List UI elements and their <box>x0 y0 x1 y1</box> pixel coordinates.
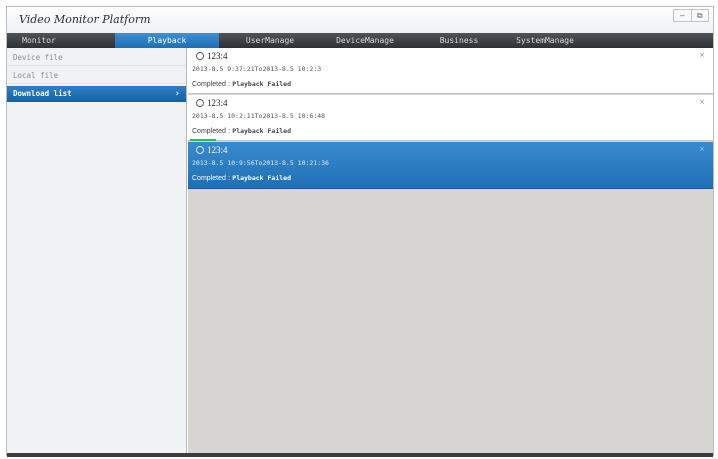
restore-button[interactable]: ⧉ <box>690 10 709 21</box>
app-window: Video Monitor Platform — ⧉ Monitor Playb… <box>6 6 714 457</box>
menu-business[interactable]: Business <box>429 33 489 48</box>
status-bar <box>7 453 713 457</box>
download-item-selected[interactable]: 123:4 2013-8.5 10:9:56To2013-8.5 10:21:3… <box>188 142 713 189</box>
download-name: 123:4 <box>207 51 228 61</box>
menu-device-manage[interactable]: DeviceManage <box>325 33 405 48</box>
status-text: Playback Failed <box>232 127 291 135</box>
status-label: Completed <box>192 81 226 88</box>
clock-icon <box>196 52 204 60</box>
download-name: 123:4 <box>207 98 228 108</box>
progress-bar <box>190 139 216 141</box>
download-header: 123:4 <box>196 144 228 156</box>
sidebar-item-download-list[interactable]: Download list › <box>7 86 186 102</box>
close-icon[interactable]: × <box>697 145 707 153</box>
title-bar: Video Monitor Platform — ⧉ <box>7 7 713 33</box>
status-separator: : <box>228 175 231 182</box>
menu-system-manage[interactable]: SystemManage <box>507 33 583 48</box>
download-status: Completed : Playback Failed <box>192 127 291 135</box>
minimize-button[interactable]: — <box>674 10 691 21</box>
download-header: 123:4 <box>196 50 228 62</box>
download-item[interactable]: 123:4 2013-8.5 10:2:11To2013-8.5 10:6:48… <box>188 95 713 141</box>
status-text: Playback Failed <box>232 174 291 182</box>
status-separator: : <box>228 81 231 88</box>
download-time-range: 2013-8.5 10:9:56To2013-8.5 10:21:36 <box>192 159 329 167</box>
download-status: Completed : Playback Failed <box>192 80 291 88</box>
clock-icon <box>196 146 204 154</box>
close-icon[interactable]: × <box>697 98 707 106</box>
menu-monitor[interactable]: Monitor <box>7 33 71 48</box>
sidebar-item-device-file[interactable]: Device file <box>7 50 186 66</box>
chevron-right-icon: › <box>174 89 180 99</box>
window-controls: — ⧉ <box>673 9 709 22</box>
download-item[interactable]: 123:4 2013-8.5 9:37:21To2013-8.5 10:2:3 … <box>188 48 713 94</box>
download-name: 123:4 <box>207 145 228 155</box>
download-list-panel: 123:4 2013-8.5 9:37:21To2013-8.5 10:2:3 … <box>188 48 713 453</box>
menu-playback[interactable]: Playback <box>115 33 219 48</box>
sidebar-item-label: Download list <box>13 89 72 98</box>
status-label: Completed <box>192 175 226 182</box>
status-text: Playback Failed <box>232 80 291 88</box>
sidebar-item-local-file[interactable]: Local file <box>7 68 186 84</box>
menu-user-manage[interactable]: UserManage <box>229 33 311 48</box>
app-title: Video Monitor Platform <box>19 13 151 26</box>
download-status: Completed : Playback Failed <box>192 174 291 182</box>
close-icon[interactable]: × <box>697 51 707 59</box>
status-label: Completed <box>192 128 226 135</box>
download-header: 123:4 <box>196 97 228 109</box>
main-menu: Monitor Playback UserManage DeviceManage… <box>7 33 713 48</box>
clock-icon <box>196 99 204 107</box>
download-time-range: 2013-8.5 9:37:21To2013-8.5 10:2:3 <box>192 65 322 73</box>
sidebar: Device file Local file Download list › <box>7 48 187 453</box>
status-separator: : <box>228 128 231 135</box>
download-time-range: 2013-8.5 10:2:11To2013-8.5 10:6:48 <box>192 112 326 120</box>
